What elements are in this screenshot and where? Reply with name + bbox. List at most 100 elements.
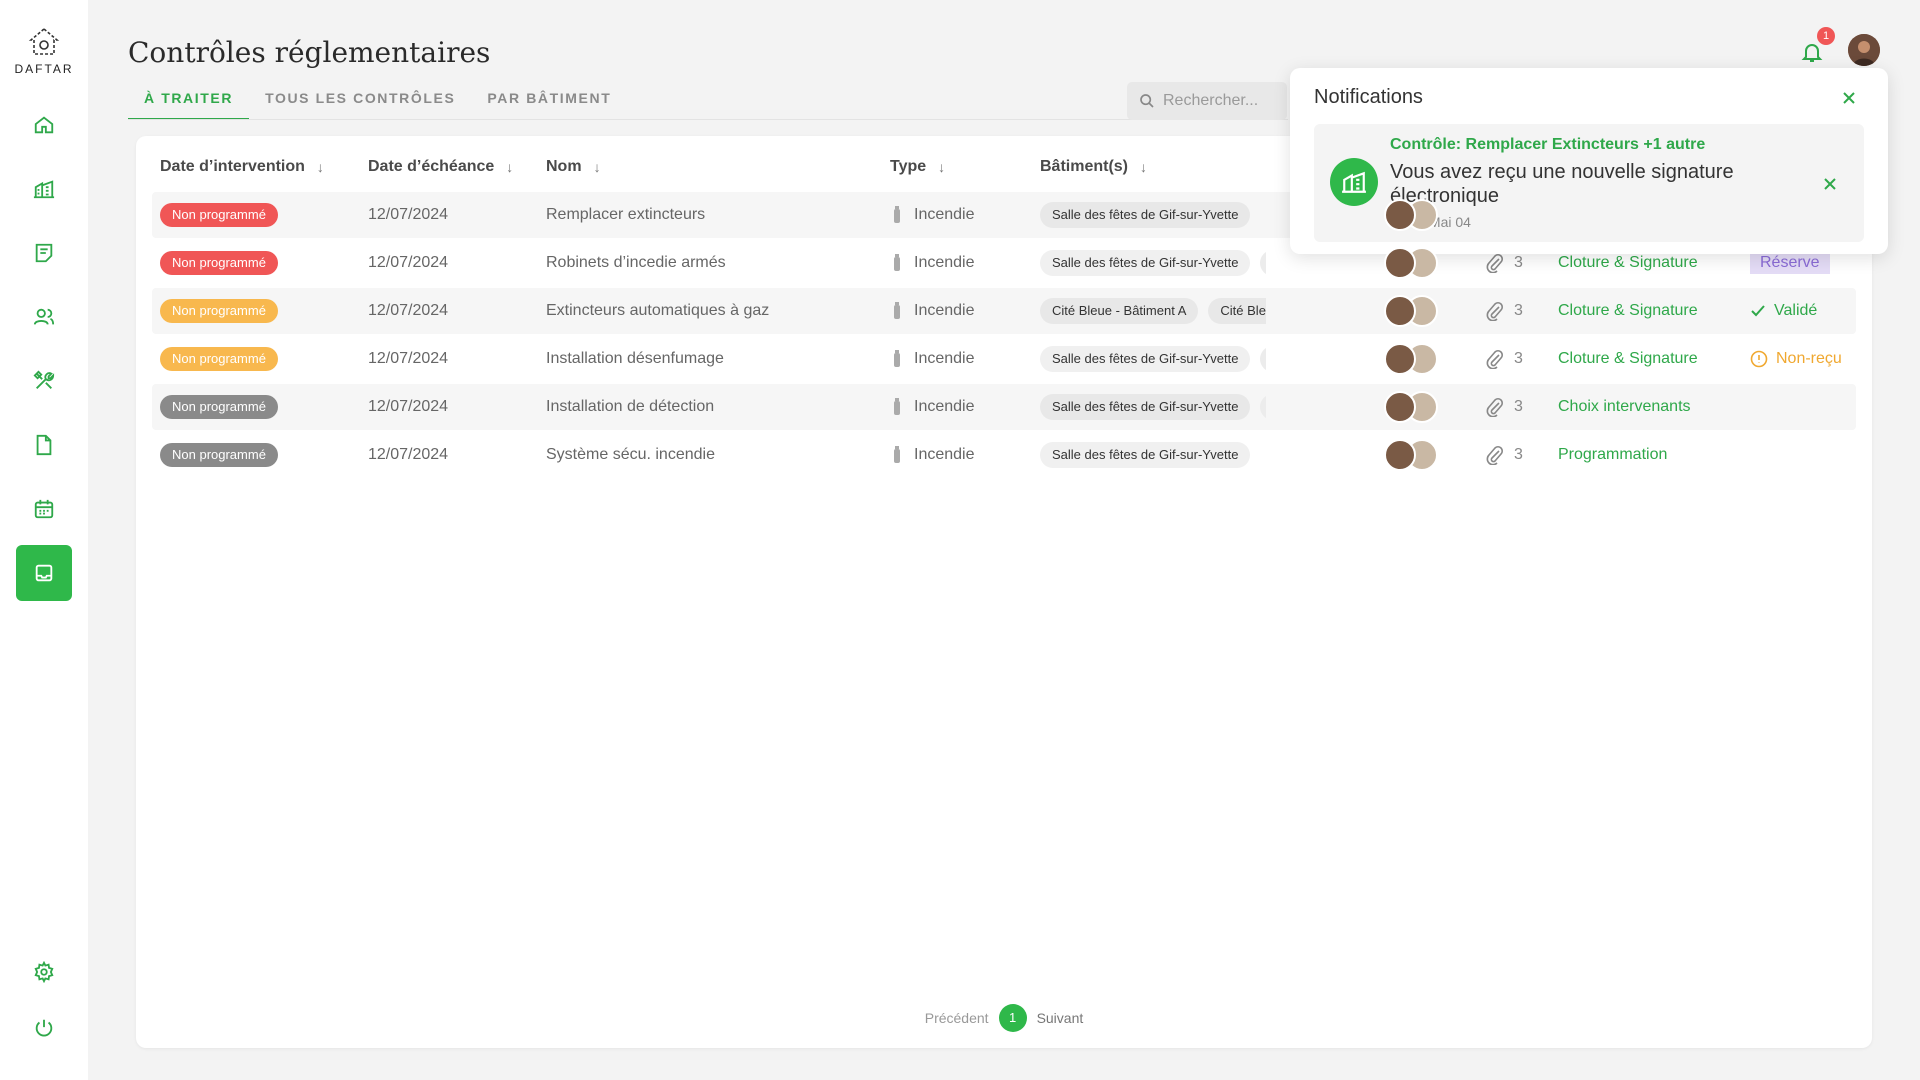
control-name[interactable]: Installation désenfumage — [546, 336, 724, 382]
avatar — [1384, 391, 1416, 423]
pagination-page-1[interactable]: 1 — [998, 1004, 1027, 1032]
building-chip[interactable]: Salle des fêtes de Gif-sur-Yvette — [1040, 442, 1251, 468]
building-chip[interactable]: Salle des fêtes de Gif-sur-Yvette — [1040, 202, 1251, 228]
status-cell: Non programmé — [160, 384, 278, 430]
attachments-cell[interactable]: 3 — [1486, 288, 1523, 334]
col-date-echeance[interactable]: Date d’échéance ↓ — [368, 158, 513, 176]
search-box[interactable] — [1127, 82, 1287, 120]
building-chip[interactable]: Cité Bleue - Bâtimen — [1208, 298, 1266, 324]
col-type[interactable]: Type ↓ — [890, 158, 945, 176]
pagination: Précédent 1 Suivant — [136, 1004, 1872, 1032]
type-cell: Incendie — [892, 432, 975, 478]
result-label: Non-reçu — [1776, 350, 1842, 367]
notification-dismiss-button[interactable] — [1816, 170, 1844, 198]
due-date: 12/07/2024 — [368, 206, 449, 223]
control-name[interactable]: Extincteurs automatiques à gaz — [546, 288, 769, 334]
col-batiments-label: Bâtiment(s) — [1040, 158, 1129, 175]
notifications-close-button[interactable] — [1835, 84, 1863, 112]
controls-table-card: Date d’intervention ↓ Date d’échéance ↓ No… — [136, 136, 1872, 1048]
workflow-step-link[interactable]: Cloture & Signature — [1558, 288, 1698, 334]
sidebar-item-home[interactable] — [16, 97, 72, 153]
type-cell: Incendie — [892, 240, 975, 286]
table-row[interactable]: Non programmé 12/07/2024 Extincteurs aut… — [152, 288, 1856, 334]
search-input[interactable] — [1163, 92, 1283, 110]
intervenants-cell[interactable] — [1384, 336, 1444, 382]
intervenants-cell[interactable] — [1384, 384, 1444, 430]
user-avatar[interactable] — [1848, 34, 1880, 66]
sort-arrow-icon: ↓ — [506, 159, 514, 175]
tools-icon — [33, 370, 55, 389]
tab-par-batiment[interactable]: PAR BÂTIMENT — [471, 88, 627, 120]
pagination-prev[interactable]: Précédent — [925, 1010, 989, 1026]
sidebar-item-tools[interactable] — [16, 353, 72, 409]
building-more-chip[interactable]: +1 — [1260, 250, 1266, 276]
home-icon — [34, 116, 54, 134]
table-row[interactable]: Non programmé 12/07/2024 Installation de… — [152, 384, 1856, 430]
notification-heading[interactable]: Contrôle: Remplacer Extincteurs +1 autre — [1390, 136, 1705, 154]
attachments-count: 3 — [1514, 398, 1523, 415]
attachments-cell[interactable]: 3 — [1486, 432, 1523, 478]
workflow-step-link[interactable]: Choix intervenants — [1558, 384, 1691, 430]
status-badge: Non programmé — [160, 203, 278, 227]
power-icon — [35, 1019, 53, 1037]
sidebar-item-settings[interactable] — [16, 944, 72, 1000]
tab-a-traiter[interactable]: À TRAITER — [128, 88, 250, 120]
logo-house-icon — [28, 27, 60, 55]
attachments-cell[interactable]: 3 — [1486, 336, 1523, 382]
sidebar-item-logout[interactable] — [16, 1000, 72, 1056]
logo-text: DAFTAR — [14, 62, 74, 76]
building-chip[interactable]: Salle des fêtes de Gif-sur-Yvette — [1040, 394, 1251, 420]
workflow-step-link[interactable]: Cloture & Signature — [1558, 336, 1698, 382]
pagination-next[interactable]: Suivant — [1037, 1010, 1084, 1026]
buildings-icon — [33, 180, 55, 199]
extinguisher-icon — [894, 254, 900, 271]
table-row[interactable]: Non programmé 12/07/2024 Système sécu. i… — [152, 432, 1856, 478]
sidebar-item-calendar[interactable] — [16, 481, 72, 537]
avatar — [1384, 295, 1416, 327]
building-more-chip[interactable]: +4 — [1260, 394, 1266, 420]
avatar-group — [1384, 439, 1444, 471]
notes-icon — [35, 243, 53, 263]
intervenants-cell[interactable] — [1384, 432, 1444, 478]
users-icon — [33, 308, 55, 325]
paperclip-icon — [1486, 349, 1504, 369]
building-chip[interactable]: Cité Bleue - Bâtiment A — [1040, 298, 1199, 324]
result-cell: Non-reçu — [1750, 336, 1842, 382]
avatar — [1384, 199, 1416, 231]
sidebar-item-notes[interactable] — [16, 225, 72, 281]
building-chip[interactable]: Salle des fêtes de Gif-sur-Yvette — [1040, 346, 1251, 372]
col-date-intervention-label: Date d’intervention — [160, 158, 305, 175]
type-label: Incendie — [914, 350, 975, 367]
status-cell: Non programmé — [160, 288, 278, 334]
sidebar-item-users[interactable] — [16, 289, 72, 345]
control-name[interactable]: Installation de détection — [546, 384, 714, 430]
buildings-cell: Salle des fêtes de Gif-sur-Yvette +1 — [1040, 240, 1266, 286]
calendar-icon — [34, 499, 54, 519]
status-badge: Non programmé — [160, 395, 278, 419]
intervenants-cell[interactable] — [1384, 288, 1444, 334]
attachments-count: 3 — [1514, 446, 1523, 463]
col-type-label: Type — [890, 158, 927, 175]
col-date-echeance-label: Date d’échéance — [368, 158, 495, 175]
col-nom[interactable]: Nom ↓ — [546, 158, 601, 176]
tab-tous-les-controles[interactable]: TOUS LES CONTRÔLES — [249, 88, 471, 120]
control-name[interactable]: Remplacer extincteurs — [546, 192, 705, 238]
close-icon — [1824, 178, 1836, 190]
sidebar-item-inbox[interactable] — [16, 545, 72, 601]
status-badge: Non programmé — [160, 251, 278, 275]
control-name[interactable]: Robinets d’incedie armés — [546, 240, 726, 286]
table-row[interactable]: Non programmé 12/07/2024 Installation dé… — [152, 336, 1856, 382]
building-more-chip[interactable]: +2 — [1260, 346, 1266, 372]
attachments-cell[interactable]: 3 — [1486, 384, 1523, 430]
building-chip[interactable]: Salle des fêtes de Gif-sur-Yvette — [1040, 250, 1251, 276]
col-batiments[interactable]: Bâtiment(s) ↓ — [1040, 158, 1147, 176]
sidebar-item-documents[interactable] — [16, 417, 72, 473]
control-name[interactable]: Système sécu. incendie — [546, 432, 715, 478]
extinguisher-icon — [894, 350, 900, 367]
avatar-group — [1384, 295, 1444, 327]
logo[interactable]: DAFTAR — [0, 26, 88, 76]
col-date-intervention[interactable]: Date d’intervention ↓ — [160, 158, 324, 176]
workflow-step-link[interactable]: Programmation — [1558, 432, 1667, 478]
sidebar-item-buildings[interactable] — [16, 161, 72, 217]
status-cell: Non programmé — [160, 432, 278, 478]
